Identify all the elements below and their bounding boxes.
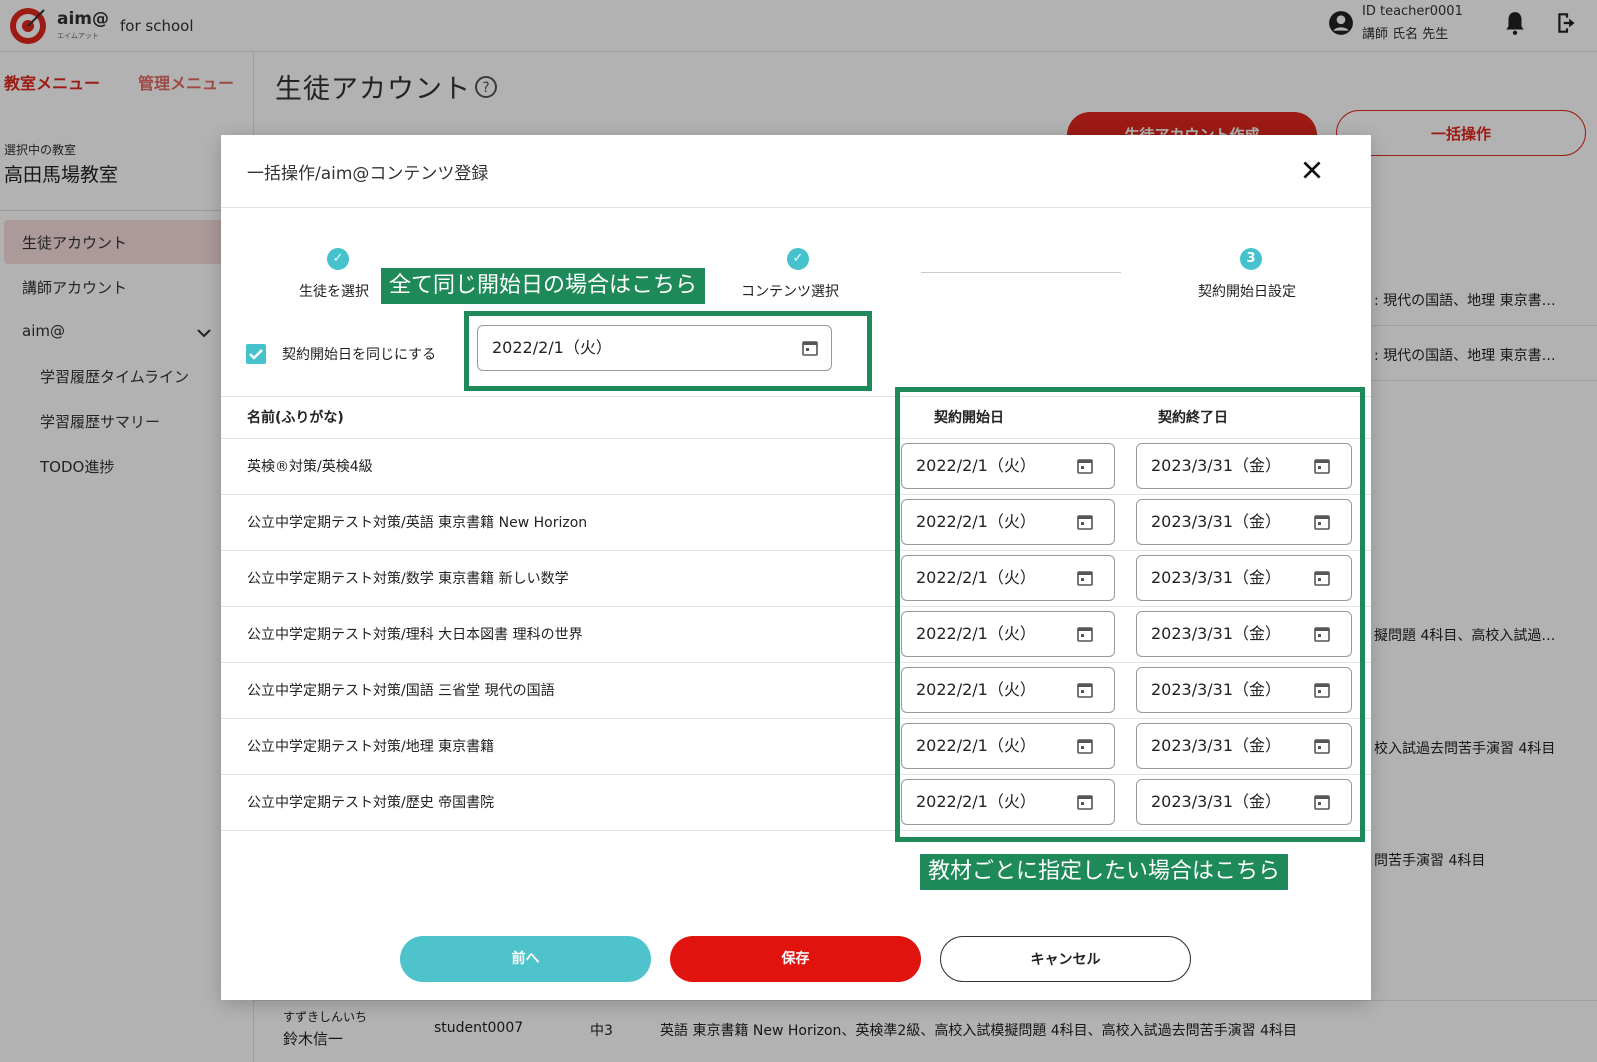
content-name: 公立中学定期テスト対策/数学 東京書籍 新しい数学	[247, 571, 569, 587]
modal-header-divider	[221, 207, 1371, 208]
content-name: 公立中学定期テスト対策/国語 三省堂 現代の国語	[247, 683, 555, 699]
stepper-line	[921, 272, 1121, 273]
step-check-icon: ✓	[787, 248, 809, 270]
step-label-contract-date: 契約開始日設定	[1198, 284, 1296, 300]
modal-title: 一括操作/aim@コンテンツ登録	[247, 164, 489, 184]
step-label-select-content: コンテンツ選択	[741, 284, 839, 300]
step-label-select-student: 生徒を選択	[299, 284, 369, 300]
step-number-icon: 3	[1240, 248, 1262, 270]
step-check-icon: ✓	[327, 248, 349, 270]
same-date-label: 契約開始日を同じにする	[282, 347, 437, 363]
content-name: 公立中学定期テスト対策/理科 大日本図書 理科の世界	[247, 627, 583, 643]
annotation-label-per-item: 教材ごとに指定したい場合はこちら	[920, 854, 1289, 890]
cancel-button[interactable]: キャンセル	[940, 936, 1191, 982]
column-header-name: 名前(ふりがな)	[247, 410, 344, 426]
prev-button[interactable]: 前へ	[400, 936, 651, 982]
close-icon[interactable]	[1299, 157, 1325, 183]
annotation-box-same-date	[464, 311, 872, 391]
save-button[interactable]: 保存	[670, 936, 921, 982]
content-name: 公立中学定期テスト対策/英語 東京書籍 New Horizon	[247, 515, 588, 531]
content-name: 公立中学定期テスト対策/歴史 帝国書院	[247, 795, 495, 811]
content-name: 英検®対策/英検4級	[247, 459, 373, 475]
checkmark-icon	[249, 349, 263, 360]
same-date-checkbox[interactable]	[246, 344, 266, 364]
annotation-box-per-item	[895, 387, 1365, 842]
annotation-label-same-date: 全て同じ開始日の場合はこちら	[381, 268, 706, 304]
content-name: 公立中学定期テスト対策/地理 東京書籍	[247, 739, 495, 755]
